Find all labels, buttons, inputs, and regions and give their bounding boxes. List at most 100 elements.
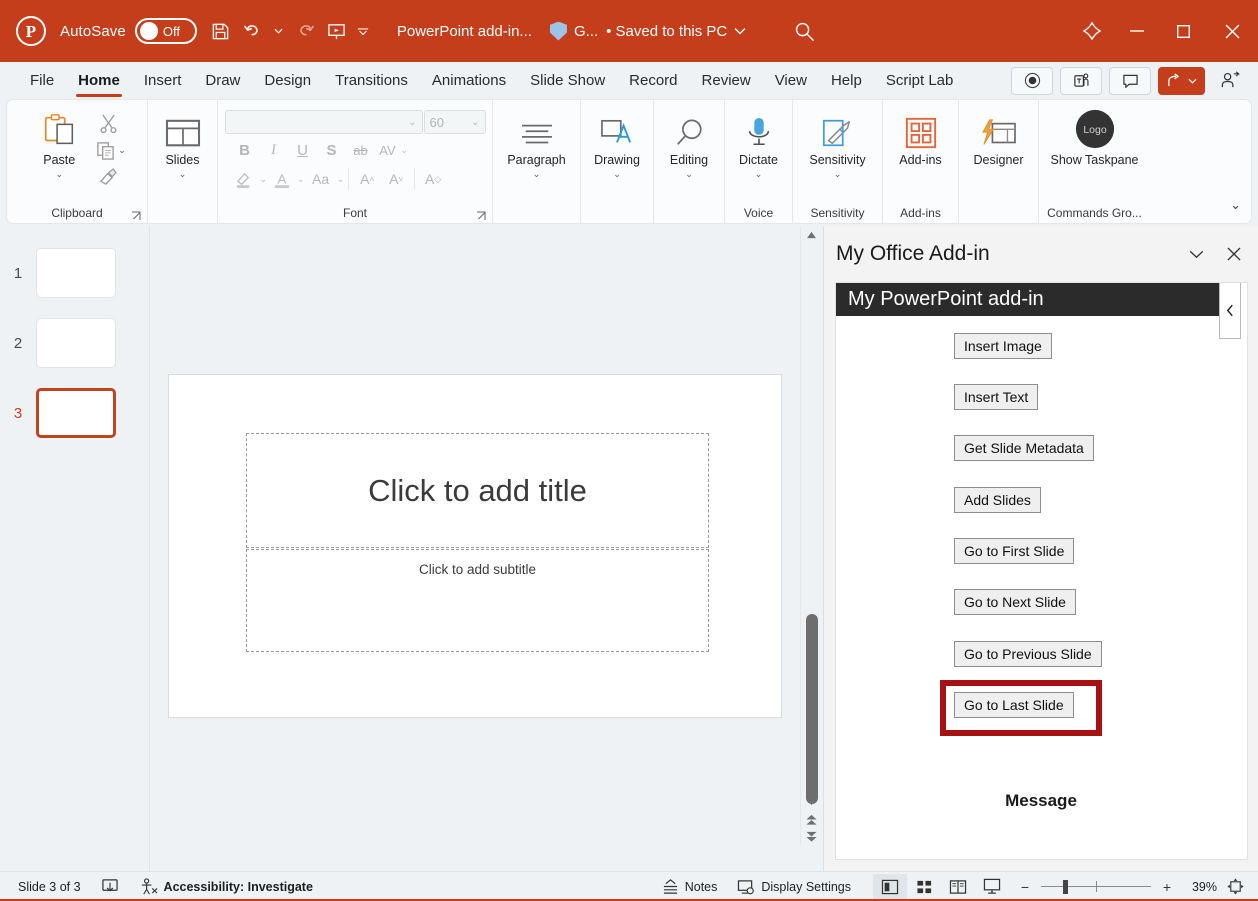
title-placeholder[interactable]: Click to add title <box>246 433 709 548</box>
highlight-chevron-down-icon[interactable]: ⌄ <box>260 174 268 184</box>
strikethrough-button[interactable]: ab <box>347 137 375 163</box>
zoom-slider[interactable] <box>1041 879 1151 894</box>
copy-button[interactable] <box>92 137 118 163</box>
drawing-chevron-down-icon[interactable]: ⌄ <box>613 170 621 179</box>
font-dialog-launcher-icon[interactable] <box>476 211 486 221</box>
comments-button[interactable] <box>1109 66 1151 95</box>
tab-record[interactable]: Record <box>617 62 689 99</box>
thumbnail-preview-selected[interactable] <box>36 388 116 438</box>
share-button[interactable] <box>1158 66 1205 95</box>
addin-button-insert-text[interactable]: Insert Text <box>954 384 1039 410</box>
next-slide-button[interactable] <box>801 828 823 845</box>
copilot-icon[interactable] <box>1070 20 1114 42</box>
tab-insert[interactable]: Insert <box>132 62 194 99</box>
zoom-slider-handle[interactable] <box>1063 879 1068 894</box>
change-case-chevron-down-icon[interactable]: ⌄ <box>337 174 345 184</box>
view-normal-button[interactable] <box>873 873 907 900</box>
task-pane-options-chevron-down-icon[interactable] <box>1179 237 1213 271</box>
customize-quick-access-icon[interactable] <box>353 15 373 47</box>
format-painter-button[interactable] <box>96 164 122 190</box>
clipboard-dialog-launcher-icon[interactable] <box>131 211 141 221</box>
paragraph-button[interactable]: Paragraph ⌄ <box>497 106 577 179</box>
slide-editing-surface[interactable]: Click to add title Click to add subtitle <box>168 374 782 718</box>
decrease-font-size-button[interactable]: A ˅ <box>382 166 410 192</box>
slide-count[interactable]: Slide 3 of 3 <box>8 872 91 901</box>
record-button[interactable] <box>1011 66 1053 95</box>
minimize-button[interactable] <box>1114 0 1160 62</box>
previous-slide-button[interactable] <box>801 811 823 828</box>
dictate-chevron-down-icon[interactable]: ⌄ <box>755 170 763 179</box>
notes-button[interactable]: Notes <box>652 872 728 901</box>
zoom-control[interactable]: − + 39% <box>1009 879 1225 895</box>
tab-design[interactable]: Design <box>252 62 323 99</box>
font-color-chevron-down-icon[interactable]: ⌄ <box>297 174 305 184</box>
sensitivity-button[interactable]: Sensitivity ⌄ <box>795 106 881 179</box>
drawing-button[interactable]: Drawing ⌄ <box>583 106 651 179</box>
thumbnail-preview[interactable] <box>36 318 116 368</box>
paragraph-chevron-down-icon[interactable]: ⌄ <box>533 170 541 179</box>
increase-font-size-button[interactable]: A ˄ <box>353 166 381 192</box>
tab-view[interactable]: View <box>763 62 819 99</box>
tab-home[interactable]: Home <box>66 62 132 99</box>
save-status[interactable]: • Saved to this PC <box>606 23 746 40</box>
text-highlight-color-button[interactable] <box>231 166 259 192</box>
copy-chevron-down-icon[interactable]: ⌄ <box>118 145 126 155</box>
scrollbar-track[interactable] <box>801 244 823 804</box>
zoom-in-button[interactable]: + <box>1159 879 1175 895</box>
addin-button-get-slide-metadata[interactable]: Get Slide Metadata <box>954 435 1094 461</box>
undo-icon[interactable] <box>237 15 269 47</box>
editing-button[interactable]: Editing ⌄ <box>656 106 722 179</box>
show-taskpane-button[interactable]: Logo Show Taskpane <box>1043 106 1147 167</box>
paste-button[interactable]: Paste ⌄ <box>28 106 90 179</box>
task-pane-close-icon[interactable] <box>1217 237 1251 271</box>
view-reading-button[interactable] <box>941 874 975 900</box>
font-name-combo[interactable]: ⌄ <box>224 110 423 134</box>
start-presentation-icon[interactable] <box>321 15 353 47</box>
document-title[interactable]: PowerPoint add-in... <box>397 23 532 40</box>
search-icon[interactable] <box>788 15 820 47</box>
tab-review[interactable]: Review <box>690 62 763 99</box>
tab-script-lab[interactable]: Script Lab <box>874 62 966 99</box>
save-icon[interactable] <box>205 15 237 47</box>
task-pane-collapse-chevron-left-icon[interactable] <box>1219 283 1241 339</box>
thumbnail-slide-1[interactable]: 1 <box>0 238 150 308</box>
clear-formatting-button[interactable]: A ◇ <box>419 166 447 192</box>
tab-file[interactable]: File <box>18 62 66 99</box>
sensitivity-label-indicator[interactable]: G... <box>549 21 598 41</box>
change-case-button[interactable]: Aa <box>306 166 336 192</box>
addin-button-go-to-first-slide[interactable]: Go to First Slide <box>954 538 1075 564</box>
tab-slide-show[interactable]: Slide Show <box>518 62 617 99</box>
tab-animations[interactable]: Animations <box>420 62 518 99</box>
scrollbar-thumb[interactable] <box>805 614 818 804</box>
accessibility-status[interactable]: Accessibility: Investigate <box>129 872 323 901</box>
zoom-percent[interactable]: 39% <box>1183 880 1217 894</box>
display-settings-button[interactable]: Display Settings <box>727 872 861 901</box>
tab-transitions[interactable]: Transitions <box>323 62 420 99</box>
addin-button-add-slides[interactable]: Add Slides <box>954 487 1041 513</box>
bold-button[interactable]: B <box>231 137 259 163</box>
subtitle-placeholder[interactable]: Click to add subtitle <box>246 549 709 652</box>
view-slide-sorter-button[interactable] <box>907 874 941 900</box>
addin-button-go-to-last-slide[interactable]: Go to Last Slide <box>954 692 1074 718</box>
font-size-combo[interactable]: 60 ⌄ <box>423 110 486 134</box>
thumbnail-preview[interactable] <box>36 248 116 298</box>
share-person-button[interactable] <box>1212 71 1248 90</box>
dictate-button[interactable]: Dictate ⌄ <box>727 106 791 179</box>
zoom-out-button[interactable]: − <box>1017 879 1033 895</box>
fit-slide-to-window-button[interactable] <box>1225 872 1252 901</box>
designer-button[interactable]: Designer <box>961 106 1037 167</box>
slides-button[interactable]: Slides ⌄ <box>152 106 214 179</box>
slide-thumbnail-pane[interactable]: 1 2 3 <box>0 226 150 871</box>
maximize-button[interactable] <box>1160 0 1206 62</box>
scroll-up-icon[interactable] <box>801 226 823 244</box>
character-spacing-button[interactable]: AV <box>376 137 400 163</box>
paste-chevron-down-icon[interactable]: ⌄ <box>55 170 63 179</box>
font-color-button[interactable]: A <box>268 166 296 192</box>
addin-button-go-to-next-slide[interactable]: Go to Next Slide <box>954 589 1076 615</box>
slides-chevron-down-icon[interactable]: ⌄ <box>179 170 187 179</box>
cut-button[interactable] <box>96 110 122 136</box>
thumbnail-slide-3[interactable]: 3 <box>0 378 150 448</box>
autosave-toggle[interactable]: Off <box>134 18 197 44</box>
collapse-ribbon-chevron-down-icon[interactable]: ⌄ <box>1230 197 1241 213</box>
addin-button-go-to-previous-slide[interactable]: Go to Previous Slide <box>954 641 1102 667</box>
